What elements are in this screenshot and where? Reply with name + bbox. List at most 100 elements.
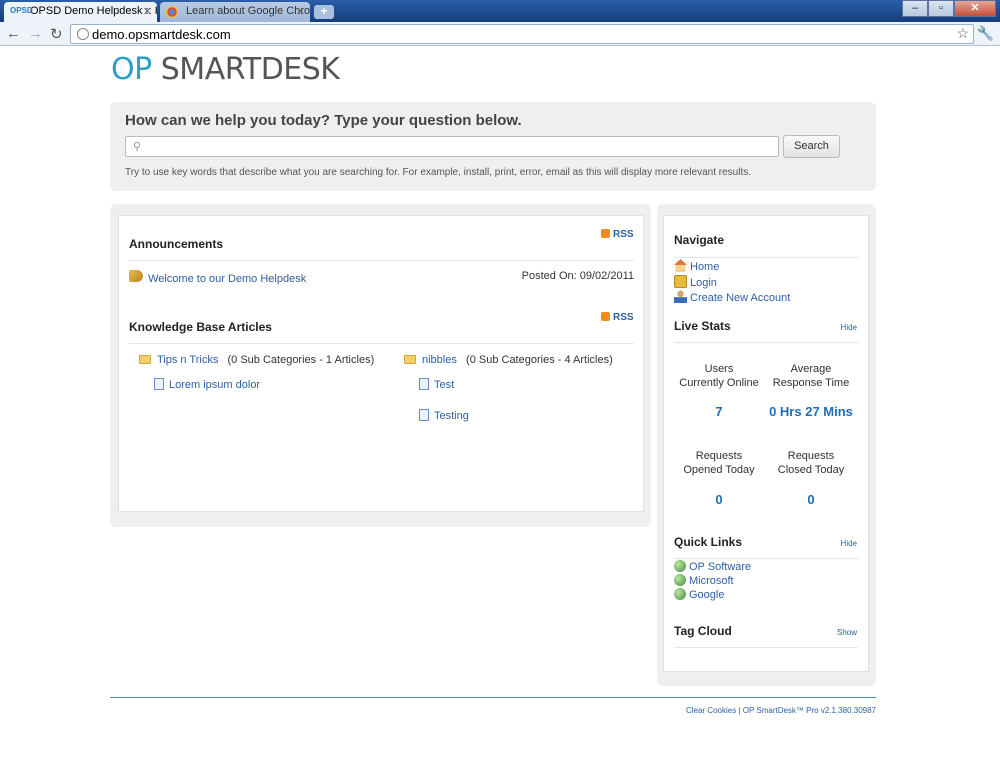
search-heading: How can we help you today? Type your que… <box>125 112 522 129</box>
kb-category: nibbles (0 Sub Categories - 4 Articles) <box>404 354 613 366</box>
back-arrow-icon[interactable]: ← <box>6 25 21 42</box>
tab-opsd-demo[interactable]: OPSD OPSD Demo Helpdesk :: Ho ✕ <box>4 2 157 22</box>
bookmark-star-icon[interactable]: ☆ <box>956 25 969 42</box>
globe-icon <box>77 28 89 40</box>
user-add-icon <box>674 290 687 303</box>
announcements-title: Announcements <box>129 237 224 251</box>
nav-create-account-label: Create New Account <box>690 292 791 304</box>
quick-links-hide-toggle[interactable]: Hide <box>841 539 857 548</box>
announcements-rss-link[interactable]: RSS <box>601 229 634 240</box>
window-controls: – ▫ ✕ <box>902 0 996 17</box>
document-icon <box>419 409 429 421</box>
nav-login-label: Login <box>690 277 717 289</box>
folder-icon <box>139 355 151 364</box>
search-input[interactable]: ⚲ <box>125 136 779 157</box>
minimize-button[interactable]: – <box>902 0 928 17</box>
stat-response-time-value: 0 Hrs 27 Mins <box>769 404 853 419</box>
globe-icon <box>674 588 686 600</box>
document-icon <box>419 378 429 390</box>
stat-opened-today-value: 0 <box>715 492 723 507</box>
search-section: How can we help you today? Type your que… <box>110 102 876 191</box>
globe-icon <box>674 560 686 572</box>
main-content-wrap: Announcements RSS Welcome to our Demo He… <box>110 204 651 527</box>
quick-link-google[interactable]: Google <box>674 588 724 601</box>
stat-users-online-value: 7 <box>715 404 723 419</box>
kb-category-meta: (0 Sub Categories - 4 Articles) <box>466 354 613 366</box>
footer-text[interactable]: Clear Cookies | OP SmartDesk™ Pro v2.1.3… <box>686 706 876 715</box>
maximize-button[interactable]: ▫ <box>928 0 954 17</box>
divider <box>129 343 634 344</box>
wrench-icon[interactable]: 🔧 <box>977 25 994 42</box>
rss-icon <box>601 312 610 321</box>
kb-category-meta: (0 Sub Categories - 1 Articles) <box>227 354 375 366</box>
address-bar[interactable]: demo.opsmartdesk.com ☆ <box>70 24 974 44</box>
kb-article: Lorem ipsum dolor <box>154 378 260 391</box>
announcement-link[interactable]: Welcome to our Demo Helpdesk <box>148 273 306 285</box>
quick-link-microsoft[interactable]: Microsoft <box>674 574 734 587</box>
site-logo[interactable]: OP SMARTDESK <box>111 52 340 87</box>
forward-arrow-icon[interactable]: → <box>28 25 43 42</box>
stat-users-online-label: Users Currently Online <box>679 363 759 389</box>
kb-category: Tips n Tricks (0 Sub Categories - 1 Arti… <box>139 354 374 366</box>
browser-titlebar: OPSD OPSD Demo Helpdesk :: Ho ✕ Learn ab… <box>0 0 1000 22</box>
quick-link-label: Google <box>689 589 725 601</box>
kb-article-link[interactable]: Lorem ipsum dolor <box>169 379 260 391</box>
tab-learn-chrome[interactable]: Learn about Google Chrom ✕ <box>160 2 310 22</box>
browser-toolbar: ← → ↻ demo.opsmartdesk.com ☆ 🔧 <box>0 22 1000 46</box>
search-button[interactable]: Search <box>783 135 840 158</box>
tab-label: OPSD Demo Helpdesk :: Ho <box>30 5 157 17</box>
lock-icon <box>674 275 687 288</box>
quick-link-label: OP Software <box>689 561 752 573</box>
kb-article: Testing <box>419 409 469 422</box>
url-text: demo.opsmartdesk.com <box>92 27 231 42</box>
new-tab-button[interactable]: + <box>314 5 334 19</box>
kb-category-link[interactable]: Tips n Tricks <box>157 354 218 366</box>
megaphone-icon <box>129 270 143 282</box>
quick-link-op-software[interactable]: OP Software <box>674 560 751 573</box>
stat-response-time-label: Average Response Time <box>772 363 850 389</box>
announcement-item: Welcome to our Demo Helpdesk Posted On: … <box>129 270 634 285</box>
kb-category-link[interactable]: nibbles <box>422 354 457 366</box>
search-icon: ⚲ <box>133 141 142 153</box>
close-icon[interactable]: ✕ <box>296 5 305 18</box>
rss-label: RSS <box>613 229 634 240</box>
quick-link-label: Microsoft <box>689 575 734 587</box>
search-hint: Try to use key words that describe what … <box>125 167 751 178</box>
stat-opened-today-label: Requests Opened Today <box>683 450 755 476</box>
close-icon[interactable]: ✕ <box>143 5 152 18</box>
globe-icon <box>674 574 686 586</box>
sidebar-wrap: Navigate Home Login Create New Account L… <box>657 204 876 686</box>
footer-divider <box>110 697 876 698</box>
chrome-icon <box>166 6 178 18</box>
opsd-favicon-icon: OPSD <box>10 6 33 15</box>
rss-label: RSS <box>613 312 634 323</box>
nav-home-label: Home <box>690 261 720 273</box>
rss-icon <box>601 229 610 238</box>
quick-links-title: Quick Links <box>674 535 743 549</box>
stat-closed-today-value: 0 <box>807 492 815 507</box>
announcement-date: Posted On: 09/02/2011 <box>521 270 634 282</box>
kb-title: Knowledge Base Articles <box>129 320 272 334</box>
document-icon <box>154 378 164 390</box>
nav-home[interactable]: Home <box>674 259 719 273</box>
kb-article-link[interactable]: Test <box>434 379 454 391</box>
home-icon <box>674 259 687 272</box>
tab-label: Learn about Google Chrom <box>186 5 310 17</box>
kb-article-link[interactable]: Testing <box>434 410 469 422</box>
nav-create-account[interactable]: Create New Account <box>674 290 790 304</box>
nav-login[interactable]: Login <box>674 275 717 289</box>
reload-icon[interactable]: ↻ <box>50 25 63 43</box>
divider <box>674 558 858 559</box>
tag-cloud-show-toggle[interactable]: Show <box>837 628 857 637</box>
kb-article: Test <box>419 378 454 391</box>
tag-cloud-title: Tag Cloud <box>674 624 732 638</box>
divider <box>129 260 634 261</box>
live-stats-hide-toggle[interactable]: Hide <box>841 323 857 332</box>
kb-rss-link[interactable]: RSS <box>601 312 634 323</box>
divider <box>674 342 858 343</box>
live-stats-title: Live Stats <box>674 319 731 333</box>
logo-op: OP <box>111 52 152 87</box>
close-window-button[interactable]: ✕ <box>954 0 996 17</box>
divider <box>674 647 858 648</box>
stat-closed-today-label: Requests Closed Today <box>777 450 845 476</box>
